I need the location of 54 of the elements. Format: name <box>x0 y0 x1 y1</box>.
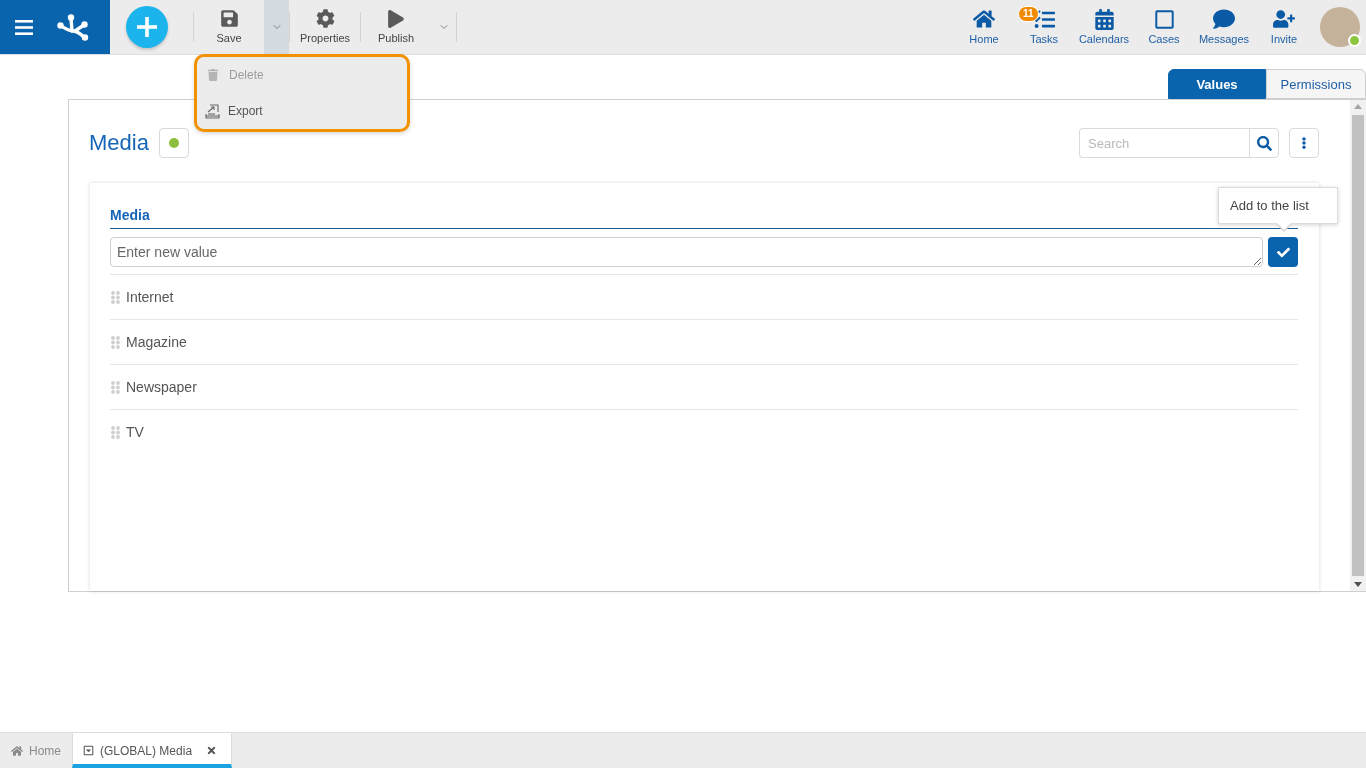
nav-button[interactable]: Messages <box>1194 0 1254 54</box>
logo-icon <box>57 13 89 41</box>
tab-label: Home <box>29 743 61 758</box>
drag-handle-icon[interactable] <box>111 335 120 349</box>
close-icon <box>206 745 218 756</box>
new-button[interactable] <box>126 6 168 48</box>
scroll-down-icon[interactable] <box>1354 582 1362 587</box>
home-icon <box>11 744 23 757</box>
drag-handle-icon[interactable] <box>111 380 120 394</box>
play-icon <box>387 9 405 28</box>
avatar[interactable] <box>1320 7 1360 47</box>
menu-item[interactable]: Export <box>205 93 399 129</box>
scrollbar[interactable] <box>1350 100 1366 591</box>
more-button[interactable] <box>1289 128 1319 158</box>
drag-handle-icon[interactable] <box>111 425 120 439</box>
search-button[interactable] <box>1249 128 1279 158</box>
close-button[interactable] <box>206 745 218 756</box>
check-icon <box>1276 245 1290 259</box>
trash-icon <box>207 69 219 81</box>
toolbar-button[interactable]: Save <box>194 0 264 54</box>
search-field[interactable]: Search <box>1079 128 1249 158</box>
list-item: TV <box>126 424 144 440</box>
page-title: Media <box>89 129 149 157</box>
nav-button[interactable]: Home <box>954 0 1014 54</box>
view-tab[interactable]: Permissions <box>1266 69 1366 99</box>
list-item: Magazine <box>126 334 187 350</box>
search-icon <box>1256 135 1272 151</box>
nav-button[interactable]: Calendars <box>1074 0 1134 54</box>
count-badge: 11 <box>1018 6 1039 22</box>
status-button[interactable] <box>158 128 189 158</box>
input-field[interactable]: Enter new value <box>110 237 1263 267</box>
list-item: Newspaper <box>126 379 197 395</box>
plus-icon <box>137 17 157 37</box>
add-button[interactable] <box>1268 237 1298 267</box>
toolbar-button[interactable]: Properties <box>290 0 360 54</box>
tab-label: (GLOBAL) Media <box>100 743 193 758</box>
save-icon <box>219 9 239 28</box>
settings-icon <box>315 9 335 28</box>
nav-button[interactable]: Cases <box>1134 0 1194 54</box>
nav-button[interactable]: Invite <box>1254 0 1314 54</box>
view-tab[interactable]: Values <box>1168 69 1266 99</box>
page-tab[interactable]: (GLOBAL) Media <box>72 733 233 768</box>
nav-button[interactable]: Tasks 11 <box>1014 0 1074 54</box>
calendar-icon <box>1093 8 1115 30</box>
speech-bubble-icon <box>1213 8 1235 30</box>
toolbar-button[interactable]: Publish <box>361 0 431 54</box>
list-item: Internet <box>126 289 174 305</box>
add-user-icon <box>1273 8 1295 30</box>
export-icon <box>205 103 220 119</box>
scroll-up-icon[interactable] <box>1354 104 1362 109</box>
home-icon <box>973 8 995 30</box>
menu-icon <box>15 19 33 35</box>
drag-handle-icon[interactable] <box>111 290 120 304</box>
scrollbar-thumb[interactable] <box>1352 115 1364 576</box>
